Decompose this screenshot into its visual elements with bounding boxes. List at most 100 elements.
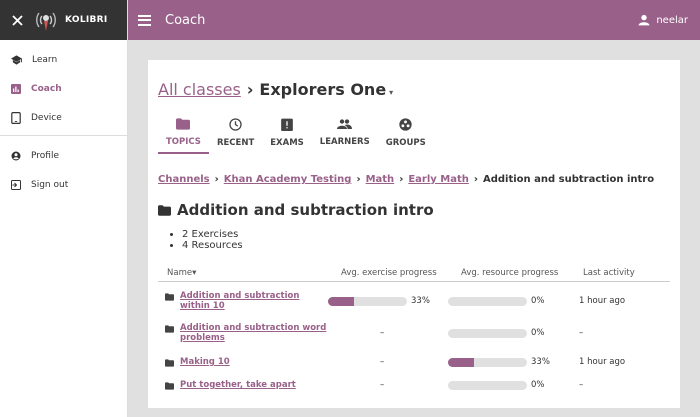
row-name-cell: Put together, take apart: [158, 380, 328, 390]
breadcrumb-separator: ›: [356, 174, 361, 185]
row-resource-cell: 33%: [448, 357, 568, 367]
heading-separator: ›: [246, 80, 254, 99]
profile-icon: [11, 151, 21, 160]
resource-progress-bar: [448, 328, 527, 338]
side-nav-header: KOLIBRI: [0, 0, 127, 40]
breadcrumb-khan-academy-testing[interactable]: Khan Academy Testing: [224, 174, 352, 185]
breadcrumb-channels[interactable]: Channels: [158, 174, 210, 185]
folder-icon: [165, 382, 174, 390]
activity-column-header: Last activity: [583, 268, 635, 278]
exercise-count: 2 Exercises: [182, 229, 243, 240]
coach-tabs: TOPICS RECENT EXAMS LEARNERS GROUPS: [158, 116, 434, 154]
table-header: Name▾ Avg. exercise progress Avg. resour…: [158, 265, 670, 282]
resource-column-header: Avg. resource progress: [461, 268, 559, 278]
topic-link[interactable]: Addition and subtraction word problems: [180, 323, 328, 343]
sort-down-icon: ▾: [192, 268, 197, 278]
resource-progress-bar: [448, 296, 527, 306]
sidebar-item-label: Sign out: [31, 179, 69, 190]
resource-progress: 33%: [448, 357, 568, 367]
school-icon: [11, 54, 22, 65]
resource-progress: 0%: [448, 328, 568, 338]
resource-progress: 0%: [448, 380, 568, 390]
sidebar-item-learn[interactable]: Learn: [0, 45, 127, 74]
sidebar-item-profile[interactable]: Profile: [0, 141, 127, 170]
tab-learners[interactable]: LEARNERS: [312, 116, 378, 154]
table-row: Addition and subtraction within 10 33% 0% 1…: [158, 289, 670, 313]
brand-name: KOLIBRI: [65, 15, 108, 25]
resource-progress: 0%: [448, 296, 568, 306]
exercise-progress: 33%: [328, 296, 448, 306]
menu-icon[interactable]: [138, 14, 152, 26]
row-resource-cell: 0%: [448, 296, 568, 306]
sidebar-item-signout[interactable]: Sign out: [0, 170, 127, 199]
exercise-progress-bar: [328, 296, 407, 306]
sidebar-item-label: Coach: [31, 83, 62, 94]
people-icon: [337, 119, 353, 129]
row-activity-cell: 1 hour ago: [579, 296, 626, 306]
resource-progress-label: 0%: [531, 328, 545, 338]
topics-table: Name▾ Avg. exercise progress Avg. resour…: [158, 265, 670, 390]
coach-icon: [11, 83, 21, 94]
resource-progress-label: 33%: [531, 357, 550, 367]
row-resource-cell: 0%: [448, 380, 568, 390]
clock-icon: [229, 118, 242, 131]
topic-counts: 2 Exercises 4 Resources: [172, 229, 243, 251]
sidebar-item-device[interactable]: Device: [0, 103, 127, 132]
row-name-cell: Addition and subtraction word problems: [158, 323, 328, 343]
exercise-progress-empty: –: [380, 380, 385, 390]
topic-link[interactable]: Put together, take apart: [180, 380, 296, 390]
breadcrumb-early-math[interactable]: Early Math: [408, 174, 469, 185]
exercise-progress-label: 33%: [411, 296, 430, 306]
tab-label: EXAMS: [270, 138, 304, 148]
row-name-cell: Making 10: [158, 357, 328, 367]
class-heading: All classes › Explorers One ▾: [158, 80, 393, 99]
sidebar-item-label: Profile: [31, 150, 59, 161]
folder-icon: [165, 359, 174, 367]
exam-icon: [281, 118, 293, 131]
class-name[interactable]: Explorers One: [259, 80, 386, 99]
username: neelar: [656, 14, 688, 26]
breadcrumb-separator: ›: [399, 174, 404, 185]
kolibri-logo-icon: [36, 12, 56, 31]
tab-label: LEARNERS: [319, 137, 370, 147]
user-menu-button[interactable]: neelar: [638, 14, 688, 26]
tab-groups[interactable]: GROUPS: [378, 116, 434, 154]
table-row: Addition and subtraction word problems – 0…: [158, 321, 670, 345]
tab-topics[interactable]: TOPICS: [158, 116, 209, 154]
sidebar-item-coach[interactable]: Coach: [0, 74, 127, 103]
resource-progress-label: 0%: [531, 296, 545, 306]
account-nav-group: Profile Sign out: [0, 136, 127, 202]
resource-progress-bar: [448, 380, 527, 390]
topic-link[interactable]: Making 10: [180, 357, 230, 367]
tab-recent[interactable]: RECENT: [209, 116, 262, 154]
row-activity-cell: –: [579, 380, 584, 390]
breadcrumb-separator: ›: [214, 174, 219, 185]
side-nav: KOLIBRI Learn Coach Device Profile Sign …: [0, 0, 128, 417]
folder-icon: [165, 325, 174, 333]
breadcrumb: Channels › Khan Academy Testing › Math ›…: [158, 174, 654, 185]
page-title: Coach: [165, 12, 206, 28]
class-dropdown-caret-icon[interactable]: ▾: [389, 88, 393, 97]
topic-title-text: Addition and subtraction intro: [177, 201, 434, 219]
main-nav-group: Learn Coach Device: [0, 40, 127, 135]
exercise-progress-fill: [328, 296, 355, 306]
topic-link[interactable]: Addition and subtraction within 10: [180, 291, 328, 311]
folder-icon: [158, 204, 171, 216]
resource-progress-bar: [448, 357, 527, 367]
resource-progress-fill: [448, 357, 475, 367]
name-column-header[interactable]: Name▾: [158, 268, 328, 278]
sidebar-item-label: Device: [31, 112, 62, 123]
close-nav-button[interactable]: [5, 8, 29, 32]
row-activity-cell: –: [579, 328, 584, 338]
device-icon: [11, 111, 21, 124]
close-icon: [11, 14, 23, 26]
breadcrumb-math[interactable]: Math: [366, 174, 395, 185]
row-name-cell: Addition and subtraction within 10: [158, 291, 328, 311]
all-classes-link[interactable]: All classes: [158, 80, 241, 99]
tab-exams[interactable]: EXAMS: [262, 116, 312, 154]
row-activity-cell: 1 hour ago: [579, 357, 626, 367]
person-icon: [638, 14, 650, 26]
topic-title: Addition and subtraction intro: [158, 201, 434, 219]
row-exercise-cell: 33%: [328, 296, 448, 306]
breadcrumb-separator: ›: [473, 174, 478, 185]
